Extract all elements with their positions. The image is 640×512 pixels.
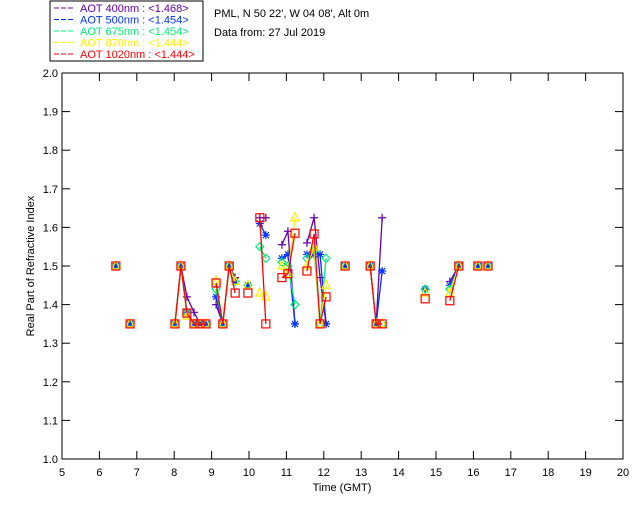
x-tick-label: 16	[467, 467, 479, 479]
y-tick-label: 1.4	[43, 300, 58, 312]
y-tick-label: 1.7	[43, 184, 58, 196]
refractive-index-chart: AOT 400nm : <1.468>AOT 500nm : <1.454>AO…	[25, 0, 629, 494]
point-asterisk	[291, 319, 300, 328]
series-1	[111, 219, 492, 328]
x-tick-label: 12	[318, 467, 330, 479]
point-plus	[302, 238, 311, 247]
legend-entry: AOT 400nm : <1.468>	[80, 3, 189, 15]
y-tick-label: 1.9	[43, 107, 58, 119]
series-segment	[281, 230, 289, 246]
y-tick-label: 1.8	[43, 145, 58, 157]
x-tick-label: 14	[392, 467, 404, 479]
point-asterisk	[261, 231, 270, 240]
site-info: PML, N 50 22', W 04 08', Alt 0m	[214, 8, 369, 20]
x-tick-label: 9	[209, 467, 215, 479]
date-info: Data from: 27 Jul 2019	[214, 27, 325, 39]
y-tick-label: 1.3	[43, 338, 58, 350]
legend: AOT 400nm : <1.468>AOT 500nm : <1.454>AO…	[54, 3, 195, 61]
x-tick-label: 17	[505, 467, 517, 479]
y-tick-label: 1.0	[43, 454, 58, 466]
x-tick-label: 18	[542, 467, 554, 479]
series-segment	[222, 265, 230, 324]
series-segment	[369, 265, 377, 324]
point-triangle	[254, 286, 265, 297]
series-3	[110, 211, 493, 328]
series-2	[111, 241, 493, 329]
x-tick-label: 11	[281, 467, 292, 479]
legend-entry: AOT 1020nm : <1.444>	[80, 49, 195, 61]
legend-entry: AOT 500nm : <1.454>	[80, 15, 189, 27]
y-tick-label: 1.1	[43, 415, 58, 427]
x-axis-label: Time (GMT)	[313, 482, 372, 494]
y-tick-label: 2.0	[43, 68, 58, 80]
x-tick-label: 20	[617, 467, 629, 479]
x-tick-label: 6	[96, 467, 102, 479]
point-plus	[261, 213, 270, 222]
legend-entry: AOT 675nm : <1.454>	[80, 26, 189, 38]
x-tick-label: 7	[134, 467, 140, 479]
point-plus	[277, 240, 286, 249]
point-square	[243, 288, 253, 298]
point-plus	[378, 213, 387, 222]
x-tick-label: 15	[430, 467, 442, 479]
x-tick-label: 10	[243, 467, 255, 479]
series-segment	[174, 265, 182, 324]
point-plus	[310, 213, 319, 222]
x-tick-label: 13	[355, 467, 367, 479]
y-tick-label: 1.5	[43, 261, 58, 273]
x-tick-label: 8	[171, 467, 177, 479]
series-4	[111, 213, 493, 329]
x-tick-label: 19	[579, 467, 591, 479]
y-tick-label: 1.2	[43, 377, 58, 389]
x-tick-label: 5	[59, 467, 65, 479]
point-asterisk	[378, 267, 387, 276]
y-axis-label: Real Part of Refractive Index	[25, 195, 37, 336]
y-tick-label: 1.6	[43, 222, 58, 234]
legend-entry: AOT 870nm : <1.444>	[80, 38, 189, 50]
series-0	[111, 213, 492, 328]
